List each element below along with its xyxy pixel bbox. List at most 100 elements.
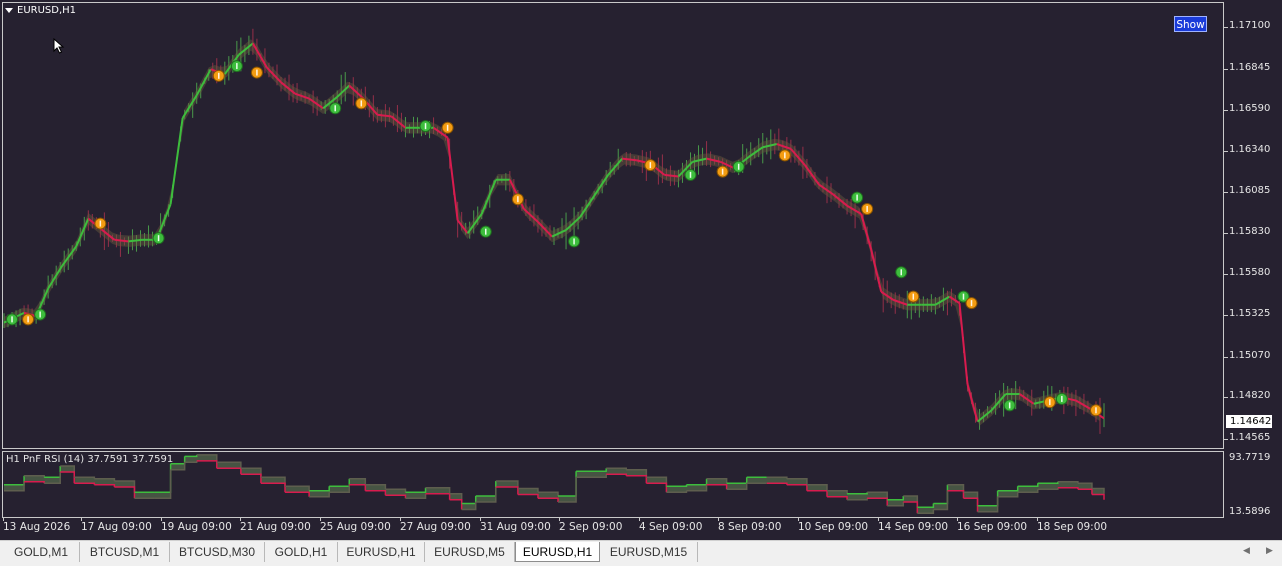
tab-scroll-left-icon[interactable]: ◀ [1243, 546, 1250, 556]
chart-tab[interactable]: EURUSD,M5 [425, 542, 515, 562]
indicator-lower-step [74, 482, 96, 485]
chart-canvas [3, 28, 1105, 514]
time-axis-label: 27 Aug 09:00 [400, 521, 471, 533]
time-axis-label: 18 Sep 09:00 [1037, 521, 1108, 533]
price-axis-tick [1224, 68, 1228, 70]
bull-trend-segment [75, 218, 90, 247]
time-axis-label: 10 Sep 09:00 [798, 521, 869, 533]
bull-trend-segment [195, 68, 212, 96]
indicator-lower-step [1091, 493, 1105, 500]
indicator-upper-step [576, 468, 607, 473]
price-axis-tick [1224, 438, 1228, 440]
price-axis-tick [1224, 27, 1228, 29]
chart-tab[interactable]: GOLD,H1 [265, 542, 338, 562]
indicator-title: H1 PnF RSI (14) 37.7591 37.7591 [6, 454, 174, 465]
price-axis-tick [1224, 356, 1228, 358]
bear-trend-segment [446, 137, 459, 221]
indicator-upper-step [933, 484, 949, 505]
indicator-lower-step [766, 482, 788, 485]
indicator-lower-step [495, 486, 519, 495]
bull-trend-segment [181, 94, 198, 119]
time-axis-label: 2 Sep 09:00 [559, 521, 623, 533]
indicator-lower-step [626, 475, 648, 484]
price-axis-label: 1.14565 [1229, 431, 1271, 443]
indicator-lower-step [425, 492, 451, 500]
indicator-upper-step [1017, 483, 1039, 488]
bull-trend-segment [593, 174, 610, 197]
chart-tab-bar: GOLD,M1 BTCUSD,M1 BTCUSD,M30 GOLD,H1 EURUSD,… [0, 540, 1282, 566]
indicator-upper-step [44, 466, 61, 479]
price-axis-tick [1224, 273, 1228, 275]
indicator-upper-step [461, 495, 477, 505]
indicator-lower-step [606, 473, 628, 476]
price-axis-label: 1.15580 [1229, 266, 1271, 278]
indicator-lower-step [1077, 488, 1093, 495]
collapse-triangle-icon[interactable] [5, 8, 13, 13]
indicator-upper-step [887, 495, 905, 501]
indicator-upper-step [847, 492, 868, 495]
indicator-upper-step [917, 503, 935, 508]
pnf-channel-band [4, 39, 1100, 426]
indicator-lower-step [385, 494, 407, 499]
indicator-lower-step [786, 484, 808, 491]
indicator-lower-step [947, 489, 965, 499]
indicator-lower-step [1057, 487, 1079, 490]
indicator-lower-step [903, 501, 919, 514]
indicator-lower-step [94, 484, 116, 488]
indicator-min-label: 13.5896 [1229, 506, 1271, 517]
indicator-lower-step [349, 484, 367, 491]
indicator-upper-step [666, 484, 688, 488]
bull-trend-segment [480, 179, 497, 215]
indicator-upper-step [997, 486, 1019, 492]
indicator-upper-step [558, 471, 577, 497]
indicator-max-label: 93.7719 [1229, 452, 1271, 463]
indicator-lower-step [517, 493, 539, 499]
indicator-upper-step [405, 487, 427, 493]
time-axis-label: 14 Sep 09:00 [878, 521, 949, 533]
bull-trend-segment [169, 117, 184, 205]
bear-trend-segment [860, 213, 873, 250]
price-axis-label: 1.16845 [1229, 61, 1271, 73]
bear-trend-segment [966, 384, 979, 422]
price-axis-tick [1224, 397, 1228, 399]
indicator-lower-step [60, 471, 76, 484]
indicator-lower-step [449, 498, 463, 510]
chart-tab[interactable]: EURUSD,H1 [338, 542, 425, 562]
price-axis-label: 1.16085 [1229, 184, 1271, 196]
tab-scroll-right-icon[interactable]: ▶ [1266, 546, 1273, 556]
indicator-upper-step [726, 477, 748, 485]
indicator-lower-step [706, 484, 728, 490]
show-button[interactable]: Show [1174, 16, 1207, 32]
indicator-lower-step [260, 482, 286, 493]
chart-tab[interactable]: BTCUSD,M1 [80, 542, 170, 562]
price-axis-label: 1.17100 [1229, 20, 1271, 32]
time-axis-label: 31 Aug 09:00 [480, 521, 551, 533]
indicator-upper-step [154, 463, 172, 493]
price-axis-tick [1224, 315, 1228, 317]
time-axis-label: 4 Sep 09:00 [639, 521, 703, 533]
chart-tab[interactable]: GOLD,M1 [3, 542, 80, 562]
price-axis-tick [1224, 109, 1228, 111]
indicator-lower-step [196, 460, 218, 469]
indicator-lower-step [537, 497, 559, 502]
chart-tab[interactable]: EURUSD,M15 [600, 542, 698, 562]
price-axis-label: 1.14820 [1229, 390, 1271, 402]
price-axis-label: 1.15070 [1229, 349, 1271, 361]
indicator-lower-step [963, 497, 979, 512]
indicator-lower-step [240, 473, 262, 484]
price-axis-tick [1224, 233, 1228, 235]
chart-tab[interactable]: EURUSD,H1 [515, 542, 600, 562]
time-axis-label: 8 Sep 09:00 [718, 521, 782, 533]
indicator-lower-step [114, 486, 136, 499]
price-axis-label: 1.16590 [1229, 102, 1271, 114]
indicator-lower-step [365, 489, 387, 496]
price-axis-tick [1224, 191, 1228, 193]
indicator-upper-step [329, 478, 351, 488]
indicator-upper-step [686, 478, 708, 486]
chart-window[interactable]: EURUSD,H1 Show 1.17100 1.16845 1.16590 1.16… [0, 0, 1282, 540]
indicator-lower-step [806, 489, 828, 497]
chart-tab[interactable]: BTCUSD,M30 [170, 542, 265, 562]
indicator-upper-step [977, 490, 999, 507]
indicator-upper-step [309, 486, 330, 492]
time-axis-label: 13 Aug 2026 [3, 521, 71, 533]
